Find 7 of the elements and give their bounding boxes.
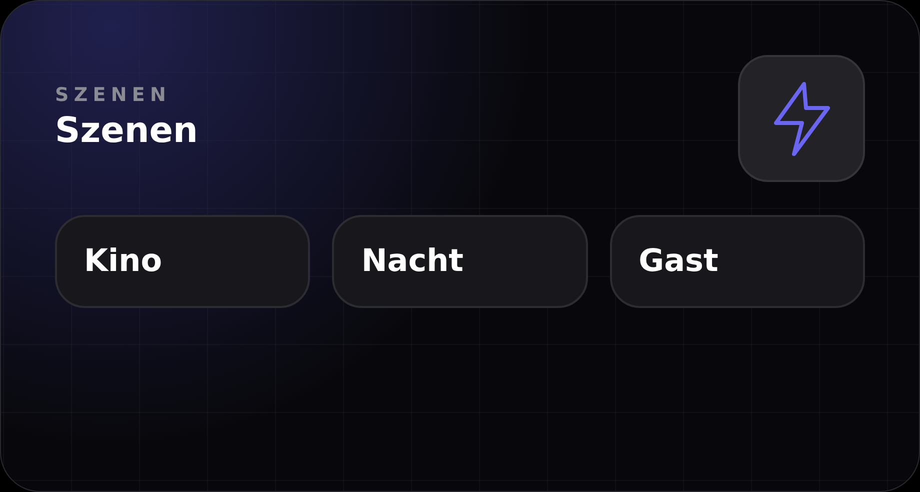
scene-button[interactable]: Kino [55,215,310,308]
scene-button[interactable]: Nacht [332,215,588,308]
card-title: Szenen [55,110,198,152]
lightning-icon [774,82,830,156]
scene-button[interactable]: Gast [610,215,865,308]
section-label: SZENEN [55,84,172,108]
scene-action-button[interactable] [738,55,865,182]
